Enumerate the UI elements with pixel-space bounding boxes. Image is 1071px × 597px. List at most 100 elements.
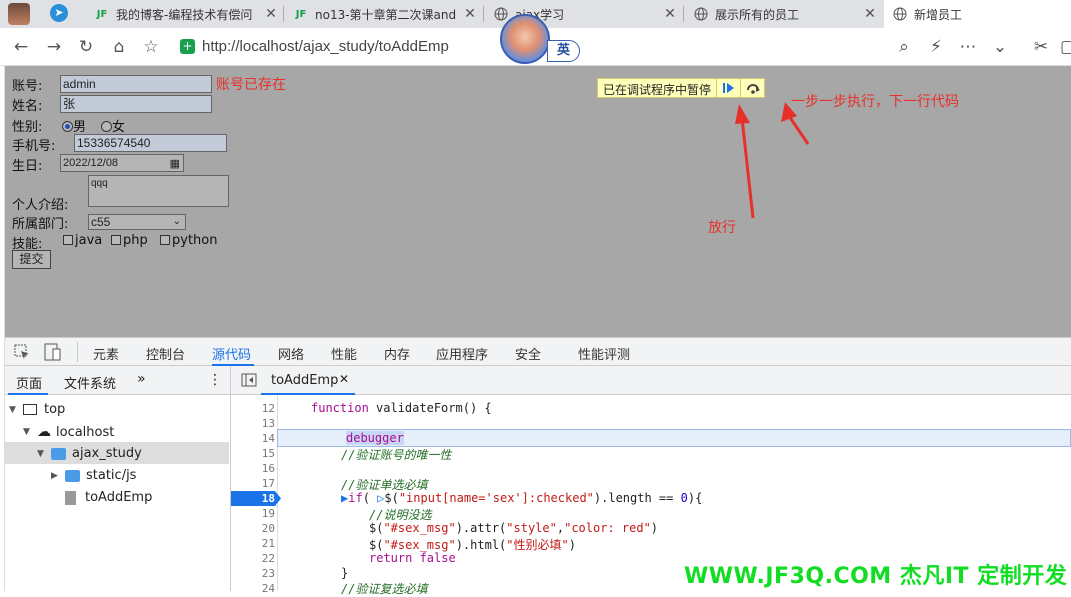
zoom-icon[interactable]: ⌕ (893, 36, 915, 58)
close-icon[interactable]: ✕ (659, 6, 681, 22)
resume-button[interactable] (716, 79, 741, 97)
name-input[interactable]: 张 (60, 95, 212, 113)
profile-avatar[interactable] (8, 3, 30, 25)
gender-female[interactable]: 女 (101, 116, 125, 135)
kebab-menu-icon[interactable]: ⋮ (208, 372, 222, 388)
tab-blog[interactable]: JF 我的博客-编程技术有偿问 ✕ (86, 0, 282, 28)
intro-textarea[interactable]: qqq (88, 175, 229, 207)
tab-add-employee[interactable]: 新增员工 (884, 0, 1071, 28)
line-number: 13 (261, 417, 275, 430)
skill-java[interactable]: java (63, 233, 102, 248)
checkbox[interactable] (160, 235, 170, 245)
expand-icon[interactable]: ▼ (23, 427, 37, 437)
phone-input[interactable]: 15336574540 (74, 134, 227, 152)
file-tab-toaddemp[interactable]: toAddEmp (271, 373, 338, 388)
paused-text: 已在调试程序中暂停 (603, 83, 712, 97)
tab-application[interactable]: 应用程序 (436, 344, 488, 363)
code-line: $("#sex_msg").attr("style","color: red") (369, 521, 659, 535)
expand-icon[interactable]: ▶ (51, 471, 65, 481)
secure-shield-icon: + (180, 39, 195, 54)
radio-female[interactable] (101, 121, 112, 132)
scissors-icon[interactable]: ✂ (1030, 36, 1052, 58)
checkbox[interactable] (111, 235, 121, 245)
tree-label: ajax_study (72, 446, 142, 461)
cloud-icon: ☁ (37, 424, 51, 440)
calendar-icon[interactable]: ▦ (170, 156, 180, 172)
tree-ajax-study[interactable]: ▼ ajax_study (37, 446, 142, 461)
tab-title: 展示所有的员工 (715, 7, 800, 22)
code-line-debugger: debugger (346, 431, 404, 445)
chevron-down-icon[interactable]: ⌄ (989, 36, 1011, 58)
devtools-tab-bar: 元素 控制台 源代码 网络 性能 内存 应用程序 安全 性能评测 (5, 337, 1071, 366)
code-line: return false (369, 551, 456, 565)
tab-no13[interactable]: JF no13-第十章第二次课and ✕ (285, 0, 481, 28)
tree-label: localhost (56, 424, 115, 440)
favorites-icon[interactable]: ☆ (140, 36, 162, 58)
ime-language-badge[interactable]: 英 (547, 40, 580, 62)
tree-static-js[interactable]: ▶ static/js (51, 468, 136, 483)
step-over-button[interactable] (740, 79, 765, 97)
dept-select[interactable]: c55 ⌄ (88, 214, 186, 230)
line-number: 21 (261, 537, 275, 550)
tab-sources[interactable]: 源代码 (212, 344, 251, 363)
dept-value: c55 (91, 215, 111, 229)
name-label: 姓名: (12, 99, 43, 114)
tab-elements[interactable]: 元素 (93, 344, 119, 363)
telegram-icon[interactable]: ➤ (50, 4, 68, 22)
close-icon[interactable]: ✕ (339, 372, 349, 386)
frame-icon (23, 404, 37, 415)
more-icon[interactable]: ⋯ (957, 36, 979, 58)
close-icon[interactable]: ✕ (859, 6, 881, 22)
toggle-navigator-icon[interactable] (241, 373, 257, 391)
tree-top[interactable]: ▼ top (9, 402, 65, 417)
tab-title: no13-第十章第二次课and (315, 7, 457, 22)
account-error-msg: 账号已存在 (216, 77, 286, 93)
expand-icon[interactable]: ▼ (37, 449, 51, 459)
gender-male[interactable]: 男 (62, 116, 86, 135)
tab-page[interactable]: 页面 (16, 373, 42, 392)
skill-python[interactable]: python (160, 233, 217, 248)
more-tabs-icon[interactable]: » (137, 371, 146, 387)
birthday-input[interactable]: 2022/12/08 ▦ (60, 154, 184, 172)
skill-text: python (172, 233, 218, 248)
url-text: http://localhost/ajax_study/toAddEmp (202, 38, 449, 55)
radio-male[interactable] (62, 121, 73, 132)
lightning-icon[interactable]: ⚡ (925, 36, 947, 58)
tab-security[interactable]: 安全 (515, 344, 541, 363)
line-number: 14 (261, 432, 275, 445)
inspect-icon[interactable] (14, 344, 30, 364)
chevron-down-icon: ⌄ (172, 216, 181, 227)
expand-icon[interactable]: ▼ (9, 405, 23, 415)
annotation-arrows (735, 102, 810, 219)
intro-label: 个人介绍: (12, 198, 69, 213)
tab-performance[interactable]: 性能 (331, 344, 357, 363)
back-icon[interactable]: ← (10, 36, 32, 58)
tab-network[interactable]: 网络 (278, 344, 304, 363)
tab-console[interactable]: 控制台 (146, 344, 185, 363)
step-over-icon (746, 84, 760, 94)
checkbox[interactable] (63, 235, 73, 245)
account-input[interactable]: admin (60, 75, 212, 93)
tab-filesystem[interactable]: 文件系统 (64, 373, 116, 392)
tab-lighthouse[interactable]: 性能评测 (578, 344, 630, 363)
editor-tabs: toAddEmp ✕ (231, 366, 1071, 395)
dept-label: 所属部门: (12, 217, 69, 232)
page-viewport: 账号: admin 账号已存在 姓名: 张 性别: 男 女 手机号: 15336… (5, 66, 1071, 337)
tab-employees[interactable]: 展示所有的员工 ✕ (685, 0, 881, 28)
tab-title: 新增员工 (914, 7, 963, 22)
male-text: 男 (73, 120, 87, 135)
skill-php[interactable]: php (111, 233, 148, 248)
home-icon[interactable]: ⌂ (108, 36, 130, 58)
tab-memory[interactable]: 内存 (384, 344, 410, 363)
assistant-avatar[interactable] (500, 14, 550, 64)
reload-icon[interactable]: ↻ (75, 36, 97, 58)
forward-icon[interactable]: → (43, 36, 65, 58)
tree-toaddemp[interactable]: toAddEmp (65, 490, 152, 505)
device-toolbar-icon[interactable] (44, 343, 62, 365)
extension-icon[interactable]: ▢ (1057, 36, 1071, 58)
close-icon[interactable]: ✕ (459, 6, 481, 22)
close-icon[interactable]: ✕ (260, 6, 282, 22)
tree-localhost[interactable]: ▼ ☁ localhost (23, 424, 114, 440)
code-line: //验证账号的唯一性 (341, 448, 452, 462)
submit-button[interactable]: 提交 (12, 250, 51, 269)
